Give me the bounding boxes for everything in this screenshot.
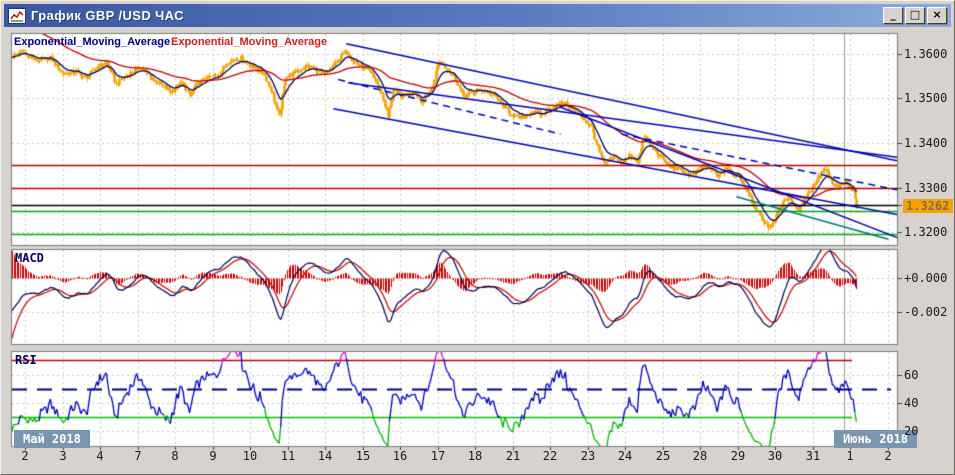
time-axis-label: 11 <box>280 449 296 463</box>
price-chart-canvas[interactable] <box>1 1 954 474</box>
rsi-axis-label: 20 <box>904 424 919 438</box>
time-axis-label: 1 <box>846 449 854 463</box>
time-axis-label: 29 <box>730 449 746 463</box>
time-axis-label: 4 <box>96 449 104 463</box>
rsi-panel-label: RSI <box>15 353 37 367</box>
price-axis-label: 1.3200 <box>904 225 948 239</box>
chart-window: График GBP /USD ЧАС _ □ × Exponential_Mo… <box>0 0 955 475</box>
price-axis-label: 1.3400 <box>904 136 948 150</box>
macd-axis-label: -0.002 <box>904 305 948 319</box>
time-axis-label: 28 <box>692 449 708 463</box>
time-axis-label: 14 <box>317 449 333 463</box>
time-axis-label: 25 <box>655 449 671 463</box>
time-axis-label: 7 <box>134 449 142 463</box>
time-axis-label: 10 <box>242 449 258 463</box>
time-axis-label: 16 <box>392 449 408 463</box>
macd-axis-label: +0.000 <box>904 271 948 285</box>
price-axis-label: 1.3600 <box>904 47 948 61</box>
time-axis-label: 8 <box>171 449 179 463</box>
time-axis-label: 9 <box>209 449 217 463</box>
maximize-button[interactable]: □ <box>905 7 925 24</box>
price-axis-label: 1.3500 <box>904 91 948 105</box>
close-button[interactable]: × <box>927 7 947 24</box>
time-axis-label: 17 <box>430 449 446 463</box>
chart-icon <box>8 7 26 24</box>
time-axis-label: 2 <box>21 449 29 463</box>
rsi-axis-label: 40 <box>904 396 919 410</box>
ema-legend-1: Exponential_Moving_Average <box>14 36 171 48</box>
macd-panel-label: MACD <box>15 251 44 265</box>
rsi-axis-label: 60 <box>904 368 919 382</box>
window-title: График GBP /USD ЧАС <box>31 8 184 23</box>
time-axis-label: 21 <box>505 449 521 463</box>
time-axis-label: 15 <box>355 449 371 463</box>
time-axis-label: 2 <box>884 449 892 463</box>
price-axis-label: 1.3300 <box>904 181 948 195</box>
ema-legend-2: Exponential_Moving_Average <box>171 36 328 48</box>
time-axis-label: 18 <box>467 449 483 463</box>
window-titlebar[interactable]: График GBP /USD ЧАС _ □ × <box>4 4 951 27</box>
time-axis-label: 23 <box>580 449 596 463</box>
current-price-badge: 1.3262 <box>903 199 953 213</box>
time-axis-label: 31 <box>805 449 821 463</box>
time-axis-label: 22 <box>542 449 558 463</box>
minimize-button[interactable]: _ <box>883 7 903 24</box>
month-badge-may: Май 2018 <box>14 430 90 448</box>
time-axis-label: 3 <box>59 449 67 463</box>
time-axis-label: 30 <box>767 449 783 463</box>
time-axis-label: 24 <box>617 449 633 463</box>
